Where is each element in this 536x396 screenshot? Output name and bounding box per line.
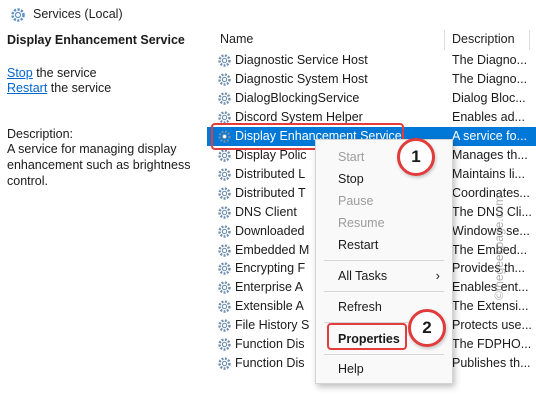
service-gear-icon — [217, 356, 232, 374]
menu-separator — [324, 291, 444, 292]
step-badge-2: 2 — [408, 309, 446, 347]
service-name: DialogBlockingService — [235, 90, 360, 105]
service-gear-icon — [217, 243, 232, 261]
service-name: Distributed T — [235, 185, 306, 200]
submenu-arrow-icon: › — [435, 268, 440, 283]
service-name: Extensible A — [235, 299, 304, 314]
service-gear-icon — [217, 280, 232, 298]
selected-service-name: Display Enhancement Service — [7, 33, 185, 47]
service-gear-icon — [217, 337, 232, 355]
service-row[interactable]: DialogBlockingService Dialog Bloc... — [207, 89, 536, 108]
service-name: Function Dis — [235, 356, 305, 371]
service-name: Discord System Helper — [235, 109, 363, 124]
service-name: Distributed L — [235, 166, 306, 181]
restart-line: Restart the service — [7, 81, 111, 95]
service-gear-icon — [217, 205, 232, 223]
service-description: The Diagno... — [452, 53, 528, 67]
service-details-pane: Display Enhancement Service Stop the ser… — [0, 30, 208, 396]
description-label: Description: — [7, 127, 73, 141]
service-description: The Diagno... — [452, 71, 528, 86]
service-gear-icon — [217, 91, 232, 109]
menu-item-all-tasks[interactable]: All Tasks › — [316, 267, 452, 287]
menu-separator — [324, 260, 444, 261]
service-name: Function Dis — [235, 337, 305, 352]
service-gear-icon — [217, 261, 232, 279]
service-name: Diagnostic System Host — [235, 71, 368, 86]
menu-separator — [324, 354, 444, 355]
window-title: Services (Local) — [33, 7, 123, 21]
service-gear-icon — [217, 72, 232, 90]
service-gear-icon — [217, 53, 232, 71]
service-gear-icon — [217, 148, 232, 166]
menu-item-restart[interactable]: Restart — [316, 236, 452, 256]
watermark: ©thegeekpage.com — [492, 195, 506, 300]
service-name: Embedded M — [235, 242, 310, 257]
service-description: Protects use... — [452, 318, 532, 333]
service-name: Diagnostic Service Host — [235, 53, 368, 67]
service-description: Publishes th... — [452, 356, 531, 371]
stop-service-link[interactable]: Stop — [7, 66, 33, 80]
window-header: Services (Local) — [0, 0, 536, 31]
service-description: The FDPHO... — [452, 337, 532, 352]
service-gear-icon — [217, 186, 232, 204]
menu-item-resume: Resume — [338, 216, 385, 230]
service-gear-icon — [217, 318, 232, 336]
column-divider[interactable] — [529, 30, 530, 50]
service-name: Downloaded — [235, 223, 305, 238]
service-name: File History S — [235, 318, 310, 333]
service-name: Encrypting F — [235, 261, 306, 276]
service-gear-icon — [217, 167, 232, 185]
stop-suffix: the service — [32, 66, 97, 80]
column-header-name[interactable]: Name — [220, 32, 253, 52]
restart-suffix: the service — [47, 81, 112, 95]
service-row[interactable]: Diagnostic Service Host The Diagno... — [207, 51, 536, 70]
service-gear-icon — [217, 299, 232, 317]
menu-item-stop[interactable]: Stop — [316, 170, 452, 190]
menu-item-pause: Pause — [338, 194, 374, 208]
description-text: A service for managing display enhanceme… — [7, 142, 191, 188]
service-row[interactable]: Diagnostic System Host The Diagno... — [207, 70, 536, 89]
column-divider[interactable] — [444, 30, 445, 50]
services-gear-icon — [10, 7, 26, 23]
column-header-description[interactable]: Description — [452, 32, 515, 52]
service-name: Enterprise A — [235, 280, 304, 295]
restart-service-link[interactable]: Restart — [7, 81, 47, 95]
highlight-properties — [327, 323, 407, 350]
service-description: The Extensi... — [452, 299, 529, 314]
stop-line: Stop the service — [7, 66, 97, 80]
service-name: DNS Client — [235, 204, 297, 219]
menu-item-help[interactable]: Help — [316, 360, 452, 380]
step-badge-1: 1 — [397, 138, 435, 176]
service-gear-icon — [217, 224, 232, 242]
